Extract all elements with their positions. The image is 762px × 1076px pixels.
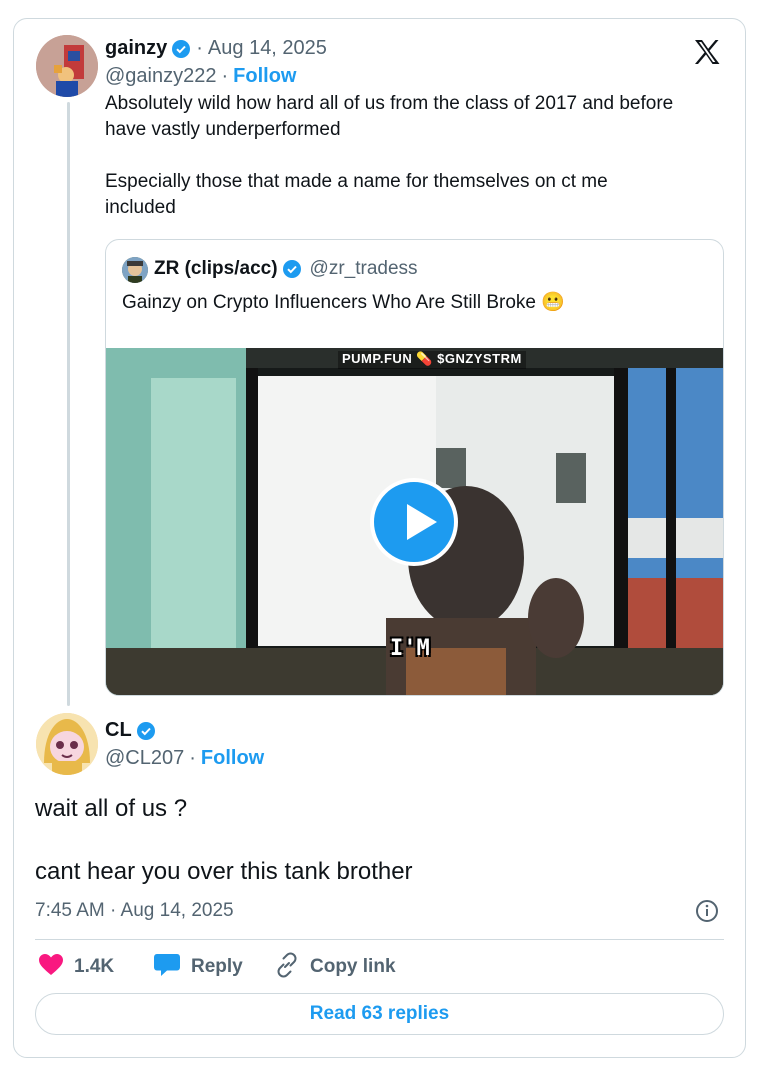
quoted-header: ZR (clips/acc) @zr_tradess xyxy=(154,258,418,280)
separator-dot: · xyxy=(221,65,229,87)
tweet-header: gainzy · Aug 14, 2025 xyxy=(105,37,327,60)
reply-subheader: @CL207 · Follow xyxy=(105,747,264,770)
video-thumbnail[interactable]: PUMP.FUN 💊 $GNZYSTRM I'M xyxy=(106,348,723,695)
like-action[interactable]: 1.4K xyxy=(38,953,114,981)
reply-author-name[interactable]: CL xyxy=(105,719,132,742)
quoted-tweet[interactable]: ZR (clips/acc) @zr_tradess Gainzy on Cry… xyxy=(105,239,724,696)
tweet-date[interactable]: Aug 14, 2025 xyxy=(208,37,327,60)
reply-action[interactable]: Reply xyxy=(153,953,243,981)
x-logo-icon[interactable] xyxy=(692,37,722,67)
link-icon xyxy=(274,952,300,983)
follow-button[interactable]: Follow xyxy=(233,65,296,88)
verified-badge-icon xyxy=(136,721,156,741)
video-banner: PUMP.FUN 💊 $GNZYSTRM xyxy=(338,351,526,369)
gainzy-avatar[interactable] xyxy=(36,35,98,97)
info-icon[interactable] xyxy=(695,899,719,923)
reply-text-line-2: cant hear you over this tank brother xyxy=(35,858,413,885)
reply-bubble-icon xyxy=(153,952,181,983)
quoted-text: Gainzy on Crypto Influencers Who Are Sti… xyxy=(122,292,565,313)
reply-label: Reply xyxy=(191,956,243,977)
author-name[interactable]: gainzy xyxy=(105,37,167,60)
reply-author-handle[interactable]: @CL207 xyxy=(105,747,184,770)
quoted-author-avatar[interactable] xyxy=(122,257,148,283)
tweet-text: Absolutely wild how hard all of us from … xyxy=(105,93,674,218)
copy-link-label: Copy link xyxy=(310,956,396,977)
separator-dot: · xyxy=(196,37,203,59)
thread-connector-line xyxy=(67,102,70,706)
reply-header: CL xyxy=(105,719,156,742)
reply-text-line-1: wait all of us ? xyxy=(35,795,188,822)
quoted-author-handle[interactable]: @zr_tradess xyxy=(310,258,418,280)
read-replies-button[interactable]: Read 63 replies xyxy=(35,993,724,1035)
separator-dot: · xyxy=(189,747,196,769)
tweet-subheader: @gainzy222 · Follow xyxy=(105,65,296,88)
author-handle[interactable]: @gainzy222 xyxy=(105,65,216,88)
copy-link-action[interactable]: Copy link xyxy=(274,952,396,983)
verified-badge-icon xyxy=(171,39,191,59)
quoted-author-name[interactable]: ZR (clips/acc) xyxy=(154,258,278,280)
reply-follow-button[interactable]: Follow xyxy=(201,747,264,770)
like-count: 1.4K xyxy=(74,956,115,977)
play-icon[interactable] xyxy=(370,478,458,566)
verified-badge-icon xyxy=(282,259,302,279)
heart-icon xyxy=(38,953,64,982)
cl-avatar[interactable] xyxy=(36,713,98,775)
divider xyxy=(35,939,724,940)
reply-timestamp[interactable]: 7:45 AM · Aug 14, 2025 xyxy=(35,900,234,922)
video-caption: I'M xyxy=(390,636,430,661)
